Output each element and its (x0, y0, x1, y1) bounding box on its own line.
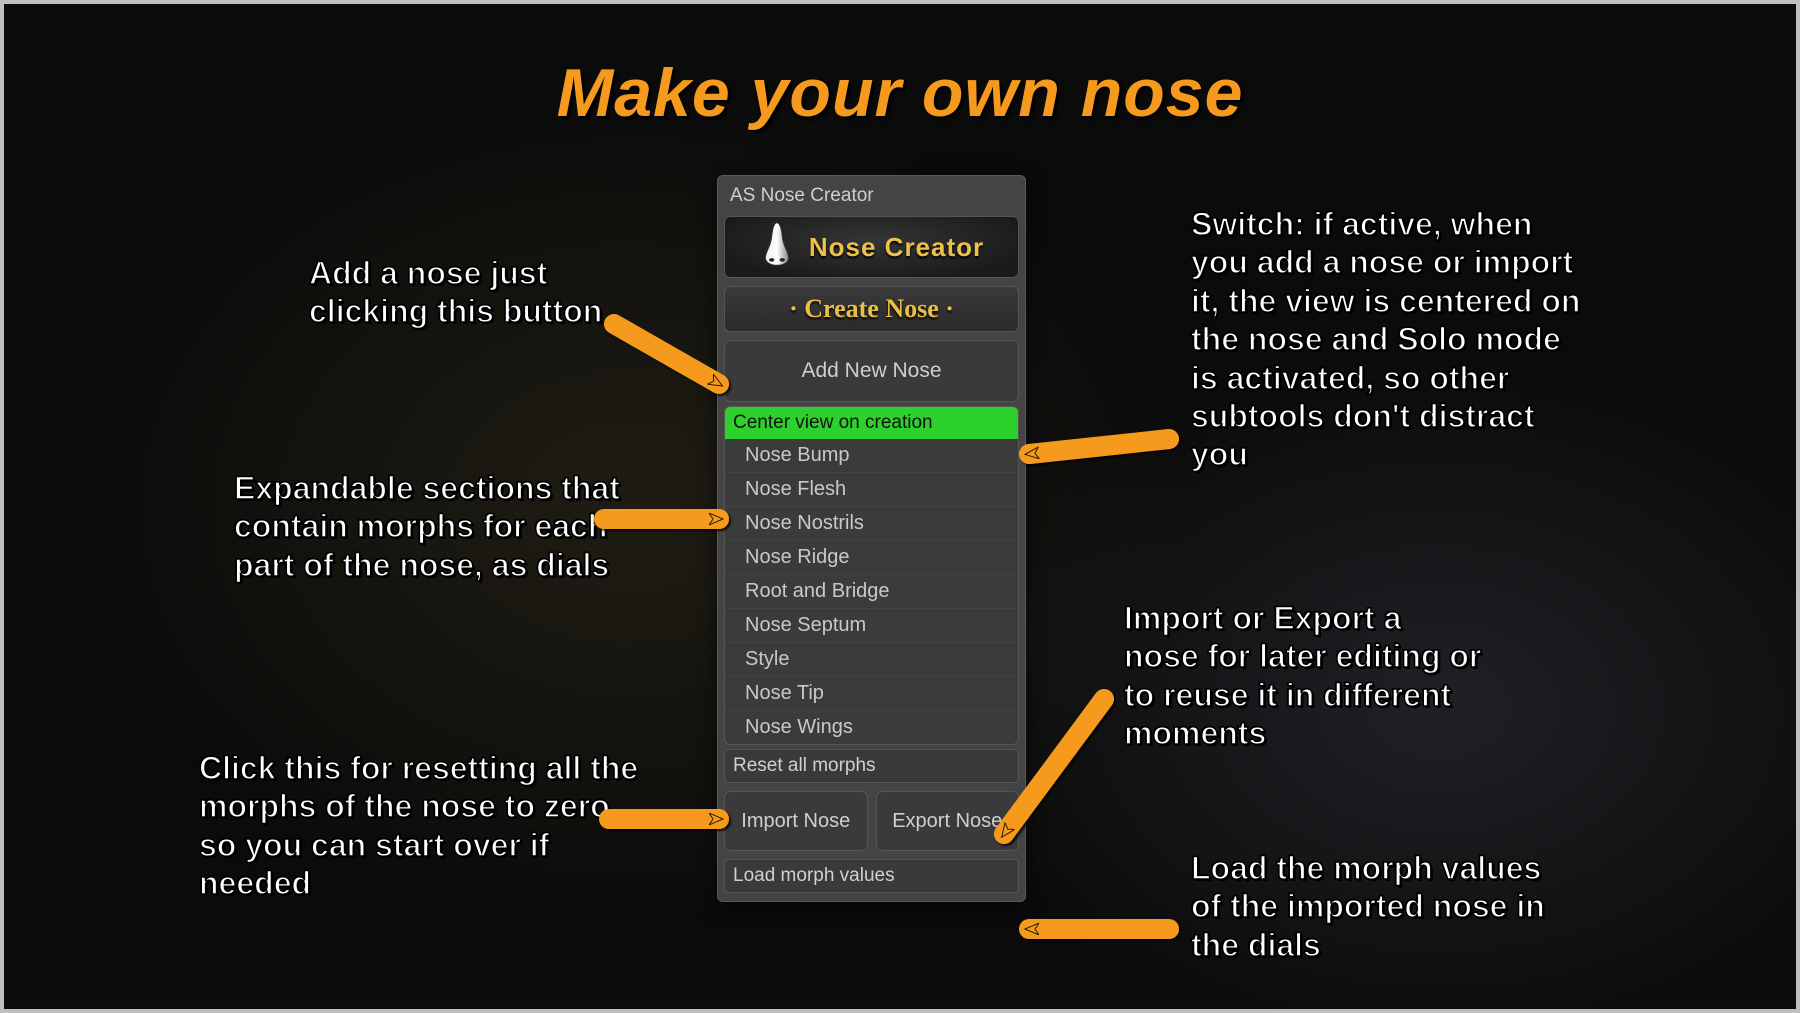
section-root-bridge[interactable]: Root and Bridge (725, 574, 1018, 608)
export-nose-button[interactable]: Export Nose (876, 791, 1020, 851)
section-nose-tip[interactable]: Nose Tip (725, 676, 1018, 710)
section-nose-nostrils[interactable]: Nose Nostrils (725, 506, 1018, 540)
section-nose-bump[interactable]: Nose Bump (725, 439, 1018, 472)
section-nose-septum[interactable]: Nose Septum (725, 608, 1018, 642)
morph-sections: Nose Bump Nose Flesh Nose Nostrils Nose … (724, 439, 1019, 745)
section-nose-wings[interactable]: Nose Wings (725, 710, 1018, 744)
section-style[interactable]: Style (725, 642, 1018, 676)
callout-io: Import or Export a nose for later editin… (1124, 599, 1484, 753)
callout-load: Load the morph values of the imported no… (1191, 849, 1571, 964)
callout-center: Switch: if active, when you add a nose o… (1191, 205, 1581, 474)
nose-icon (759, 221, 795, 273)
panel-title: AS Nose Creator (718, 176, 1025, 216)
page-title: Make your own nose (19, 54, 1781, 132)
create-nose-header[interactable]: · Create Nose · (724, 286, 1019, 332)
import-nose-button[interactable]: Import Nose (724, 791, 868, 851)
center-view-toggle[interactable]: Center view on creation (725, 407, 1018, 439)
callout-reset: Click this for resetting all the morphs … (199, 749, 639, 903)
callout-add: Add a nose just clicking this button (309, 254, 669, 331)
banner: Nose Creator (724, 216, 1019, 278)
nose-creator-panel: AS Nose Creator (717, 175, 1026, 902)
section-nose-ridge[interactable]: Nose Ridge (725, 540, 1018, 574)
callout-sections: Expandable sections that contain morphs … (234, 469, 634, 584)
reset-all-morphs-button[interactable]: Reset all morphs (724, 749, 1019, 783)
banner-text: Nose Creator (809, 232, 984, 263)
add-new-nose-button[interactable]: Add New Nose (724, 340, 1019, 402)
load-morph-values-button[interactable]: Load morph values (724, 859, 1019, 893)
section-nose-flesh[interactable]: Nose Flesh (725, 472, 1018, 506)
